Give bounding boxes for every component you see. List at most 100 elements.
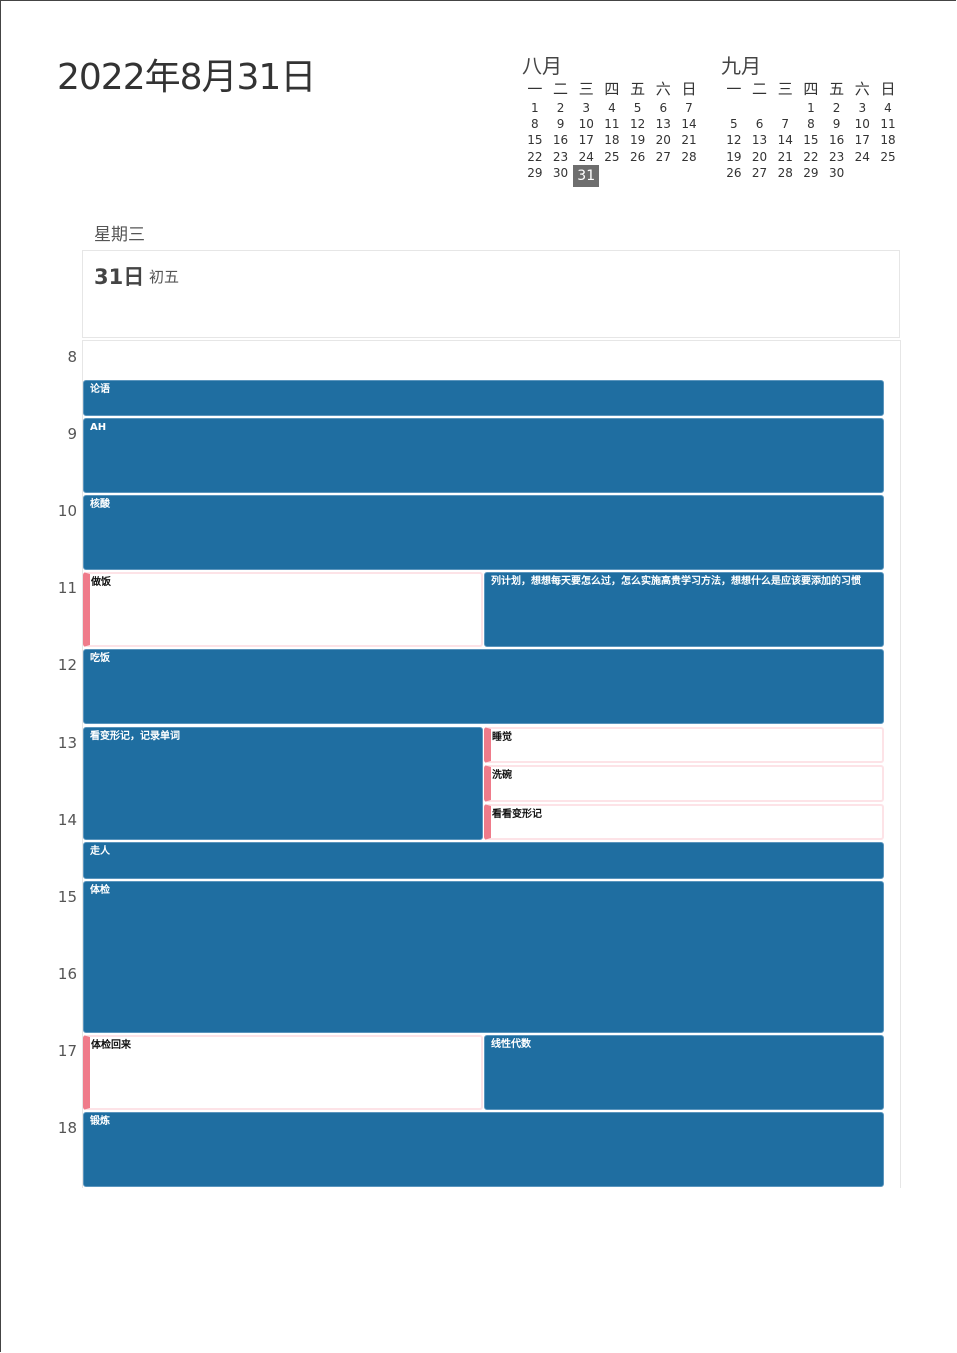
mini-calendar-day[interactable]: 20: [650, 132, 676, 148]
mini-calendar-day[interactable]: 16: [824, 132, 850, 148]
mini-calendar-day[interactable]: 21: [772, 149, 798, 165]
mini-calendar-day[interactable]: 22: [798, 149, 824, 165]
mini-calendar-day[interactable]: 23: [548, 149, 574, 165]
mini-calendar-day[interactable]: 1: [798, 100, 824, 116]
mini-calendar-day[interactable]: 13: [650, 116, 676, 132]
mini-calendar-day[interactable]: 15: [522, 132, 548, 148]
calendar-event[interactable]: 走人: [83, 842, 884, 879]
mini-calendar-day[interactable]: 10: [849, 116, 875, 132]
calendar-event[interactable]: 看变形记，记录单词: [83, 726, 483, 841]
mini-calendar-day[interactable]: 28: [676, 149, 702, 165]
mini-calendar-day[interactable]: 20: [747, 149, 773, 165]
mini-calendar-day[interactable]: 27: [650, 149, 676, 165]
event-title: 核酸: [90, 499, 110, 511]
mini-calendar-week: 5 6 7 8 9 10 11: [721, 116, 901, 132]
hour-label: 17: [57, 1041, 77, 1060]
event-title: 看看变形记: [492, 808, 542, 820]
mini-calendar-day[interactable]: 25: [599, 149, 625, 165]
mini-calendar-day[interactable]: 30: [548, 165, 574, 181]
mini-calendar-day[interactable]: 4: [599, 100, 625, 116]
mini-calendar-day[interactable]: 26: [625, 149, 651, 165]
mini-calendar-day[interactable]: 9: [824, 116, 850, 132]
calendar-event[interactable]: 做饭: [83, 572, 483, 648]
mini-calendar-day[interactable]: 18: [875, 132, 901, 148]
calendar-event[interactable]: 体检: [83, 880, 884, 1033]
calendar-event[interactable]: 看看变形记: [484, 803, 884, 841]
calendar-event[interactable]: 列计划，想想每天要怎么过，怎么实施高贵学习方法，想想什么是应该要添加的习惯: [484, 572, 884, 648]
mini-calendar-empty: [650, 165, 676, 181]
event-title: 列计划，想想每天要怎么过，怎么实施高贵学习方法，想想什么是应该要添加的习惯: [491, 576, 861, 588]
mini-calendar-day[interactable]: 15: [798, 132, 824, 148]
calendar-event[interactable]: 线性代数: [484, 1034, 884, 1110]
calendar-event[interactable]: 锻炼: [83, 1112, 884, 1188]
mini-calendar-day[interactable]: 24: [849, 149, 875, 165]
weekday-header: 日: [880, 80, 896, 98]
mini-calendar-day[interactable]: 31: [573, 164, 600, 187]
mini-calendar-day[interactable]: 12: [721, 132, 747, 148]
mini-calendar-day[interactable]: 9: [548, 116, 574, 132]
mini-calendar-day[interactable]: 4: [875, 100, 901, 116]
mini-calendar-day[interactable]: 2: [824, 100, 850, 116]
calendar-event[interactable]: 洗碗: [484, 765, 884, 802]
weekday-header: 二: [553, 80, 569, 98]
mini-calendar-day[interactable]: 19: [721, 149, 747, 165]
mini-calendar-day[interactable]: 17: [849, 132, 875, 148]
page-title: 2022年8月31日: [57, 57, 316, 98]
mini-calendar-day[interactable]: 7: [772, 116, 798, 132]
mini-calendar-day[interactable]: 1: [522, 100, 548, 116]
mini-calendar-day[interactable]: 3: [849, 100, 875, 116]
mini-calendar-day[interactable]: 17: [573, 132, 599, 148]
mini-calendar-week: 15 16 17 18 19 20 21: [522, 132, 702, 148]
mini-calendar-day[interactable]: 27: [747, 165, 773, 181]
mini-calendar-day[interactable]: 29: [798, 165, 824, 181]
mini-calendar-day[interactable]: 8: [798, 116, 824, 132]
mini-calendar-day[interactable]: 21: [676, 132, 702, 148]
mini-calendar-day[interactable]: 5: [625, 100, 651, 116]
mini-calendar-day[interactable]: 10: [573, 116, 599, 132]
event-title: 睡觉: [492, 731, 512, 743]
mini-calendar-day[interactable]: 29: [522, 165, 548, 181]
mini-calendar-week: 1234567: [522, 100, 702, 116]
mini-calendar-day[interactable]: 14: [676, 116, 702, 132]
mini-calendar-day[interactable]: 30: [824, 165, 850, 181]
mini-calendar-day[interactable]: 13: [747, 132, 773, 148]
mini-calendar-day[interactable]: 24: [573, 149, 599, 165]
mini-calendar-day[interactable]: 28: [772, 165, 798, 181]
weekday-header: 五: [630, 80, 646, 98]
mini-calendar-day[interactable]: 5: [721, 116, 747, 132]
event-title: AH: [90, 422, 107, 434]
mini-calendar-day[interactable]: 14: [772, 132, 798, 148]
weekday-header-row: 一二三四五六日: [522, 78, 702, 100]
mini-calendar-day[interactable]: 2: [548, 100, 574, 116]
weekday-header: 三: [777, 80, 793, 98]
mini-calendar-day[interactable]: 25: [875, 149, 901, 165]
calendar-event[interactable]: AH: [83, 418, 884, 494]
calendar-event[interactable]: 吃饭: [83, 649, 884, 725]
hour-label: 9: [67, 425, 77, 444]
calendar-event[interactable]: 论语: [83, 379, 884, 417]
mini-calendar-day[interactable]: 22: [522, 149, 548, 165]
hour-label: 12: [57, 656, 77, 675]
calendar-event[interactable]: 体检回来: [83, 1034, 483, 1110]
calendar-event[interactable]: 核酸: [83, 495, 884, 571]
weekday-header: 一: [527, 80, 543, 98]
mini-calendar-day[interactable]: 3: [573, 100, 599, 116]
mini-calendar-day[interactable]: 11: [599, 116, 625, 132]
mini-calendar-day[interactable]: 12: [625, 116, 651, 132]
mini-calendar-day[interactable]: 8: [522, 116, 548, 132]
mini-calendar-day[interactable]: 26: [721, 165, 747, 181]
mini-calendar-week: 12 13 14 15 16 17 18: [721, 132, 901, 148]
calendar-event[interactable]: 睡觉: [484, 726, 884, 764]
mini-calendar-day[interactable]: 19: [625, 132, 651, 148]
day-header[interactable]: 31日 初五: [82, 250, 900, 338]
weekday-header: 二: [752, 80, 768, 98]
event-title: 洗碗: [492, 770, 512, 782]
mini-calendar-day[interactable]: 23: [824, 149, 850, 165]
mini-calendar-day[interactable]: 7: [676, 100, 702, 116]
hour-label: 10: [57, 502, 77, 521]
mini-calendar-day[interactable]: 6: [650, 100, 676, 116]
mini-calendar-day[interactable]: 16: [548, 132, 574, 148]
mini-calendar-day[interactable]: 18: [599, 132, 625, 148]
mini-calendar-day[interactable]: 11: [875, 116, 901, 132]
mini-calendar-day[interactable]: 6: [747, 116, 773, 132]
